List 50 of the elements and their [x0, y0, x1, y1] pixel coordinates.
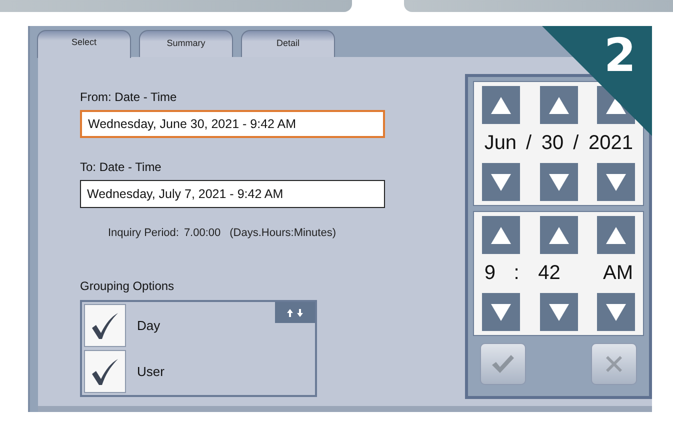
down-triangle-icon [548, 304, 569, 320]
field-label: From: Date - Time [80, 90, 178, 104]
down-arrow-button[interactable] [540, 163, 578, 201]
checkbox[interactable] [84, 304, 126, 347]
checkmark-icon [90, 358, 120, 386]
up-arrow-button[interactable] [482, 86, 520, 124]
up-arrow-button[interactable] [540, 216, 578, 254]
option-label: Day [137, 318, 160, 333]
down-arrow-button[interactable] [597, 293, 635, 331]
separator: / [526, 132, 532, 155]
tab[interactable]: Summary [139, 30, 233, 57]
checkmark-icon [491, 354, 516, 374]
field-label: To: Date - Time [80, 160, 162, 174]
up-arrow-button[interactable] [540, 86, 578, 124]
down-triangle-icon [491, 174, 512, 190]
date-value: Jun [484, 132, 517, 155]
down-arrow-button[interactable] [482, 163, 520, 201]
tab[interactable]: Detail [241, 30, 335, 57]
up-triangle-icon [491, 96, 512, 114]
checkbox[interactable] [84, 350, 126, 393]
down-arrow-button[interactable] [597, 163, 635, 201]
up-triangle-icon [548, 226, 569, 244]
date-field[interactable]: Wednesday, June 30, 2021 - 9:42 AM [80, 110, 385, 138]
time-value: 42 [538, 262, 560, 285]
period-value: 7.00:00 [184, 227, 221, 239]
tab[interactable]: Select [37, 30, 131, 58]
up-arrow-button[interactable] [597, 216, 635, 254]
down-triangle-icon [606, 174, 626, 190]
down-triangle-icon [548, 174, 569, 190]
close-icon [605, 355, 623, 373]
checkmark-icon [90, 312, 120, 340]
down-triangle-icon [491, 304, 512, 320]
section-title: Grouping Options [80, 279, 176, 293]
up-triangle-icon [606, 226, 626, 244]
separator: : [514, 262, 520, 285]
sort-arrows-icon [286, 308, 304, 318]
date-field[interactable]: Wednesday, July 7, 2021 - 9:42 AM [80, 180, 385, 208]
time-value: 9 [484, 262, 496, 285]
up-triangle-icon [548, 96, 569, 114]
option-label: User [137, 364, 164, 379]
up-triangle-icon [606, 96, 626, 114]
period-units: (Days.Hours:Minutes) [230, 227, 336, 239]
down-arrow-button[interactable] [482, 293, 520, 331]
down-triangle-icon [606, 304, 626, 320]
sort-button[interactable] [275, 302, 315, 323]
down-arrow-button[interactable] [540, 293, 578, 331]
time-value: AM [603, 262, 633, 285]
up-triangle-icon [491, 226, 512, 244]
up-arrow-button[interactable] [482, 216, 520, 254]
period-label: Inquiry Period: [108, 227, 179, 239]
